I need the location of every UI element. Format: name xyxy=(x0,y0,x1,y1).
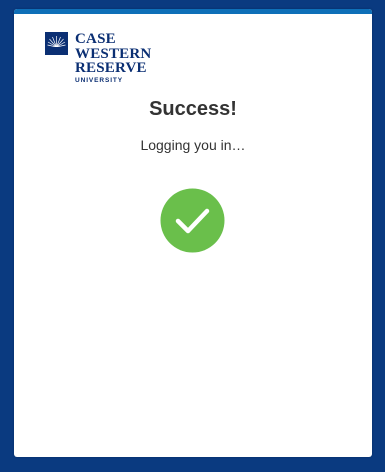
logo-line-case: CASE xyxy=(75,31,116,47)
success-title: Success! xyxy=(149,98,237,120)
logo-line-reserve: RESERVE xyxy=(75,60,147,76)
check-circle-icon xyxy=(160,188,225,253)
logo-wordmark: CASE WESTERN RESERVE UNIVERSITY xyxy=(75,32,151,85)
logo-starburst-icon xyxy=(45,32,68,55)
status-message: Logging you in… xyxy=(140,137,246,153)
card-top-accent-bar xyxy=(14,9,372,14)
logo-line-university: UNIVERSITY xyxy=(75,76,124,84)
logo-line-western: WESTERN xyxy=(75,45,152,62)
login-card: CASE WESTERN RESERVE UNIVERSITY Success!… xyxy=(14,9,372,457)
university-logo: CASE WESTERN RESERVE UNIVERSITY xyxy=(45,32,185,92)
